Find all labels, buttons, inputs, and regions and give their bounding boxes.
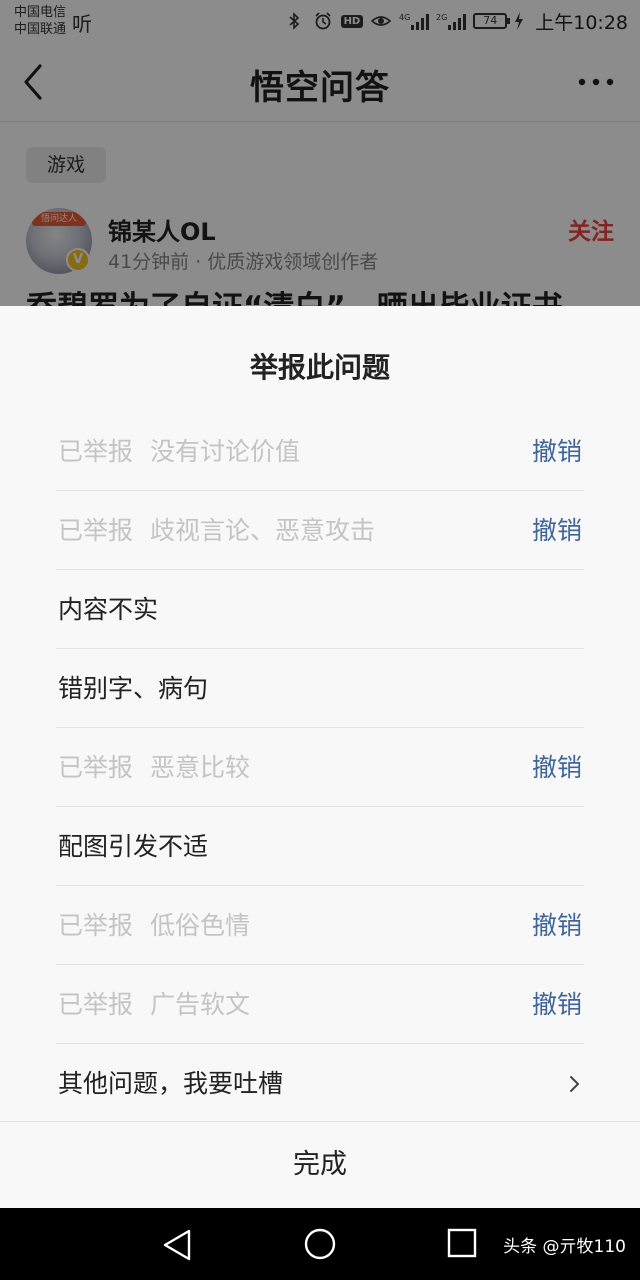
cancel-report-button[interactable]: 撤销 <box>532 886 582 965</box>
cancel-report-button[interactable]: 撤销 <box>532 491 582 570</box>
system-nav-bar: 头条 @亓牧110 <box>0 1208 640 1280</box>
report-option: 已举报 低俗色情 撤销 <box>56 886 584 965</box>
chevron-right-icon <box>570 1076 579 1092</box>
option-label: 恶意比较 <box>150 753 251 782</box>
report-option: 已举报 广告软文 撤销 <box>56 965 584 1044</box>
report-option: 已举报 恶意比较 撤销 <box>56 728 584 807</box>
modal-backdrop[interactable] <box>0 0 640 306</box>
nav-back-button[interactable] <box>160 1228 196 1262</box>
option-label: 广告软文 <box>150 990 251 1019</box>
nav-home-icon <box>304 1228 336 1260</box>
reported-prefix: 已举报 <box>58 753 134 782</box>
report-option[interactable]: 错别字、病句 <box>56 649 584 728</box>
nav-recent-button[interactable] <box>446 1227 478 1259</box>
option-label: 错别字、病句 <box>58 674 209 703</box>
reported-prefix: 已举报 <box>58 911 134 940</box>
report-option-other[interactable]: 其他问题，我要吐槽 <box>56 1044 584 1123</box>
cancel-report-button[interactable]: 撤销 <box>532 412 582 491</box>
option-label: 其他问题，我要吐槽 <box>58 1069 284 1098</box>
option-label: 没有讨论价值 <box>150 437 301 466</box>
option-label: 配图引发不适 <box>58 832 209 861</box>
reported-prefix: 已举报 <box>58 437 134 466</box>
report-options-list: 已举报 没有讨论价值 撤销 已举报 歧视言论、恶意攻击 撤销 内容不实 错别字、… <box>56 412 584 1123</box>
screen: 中国电信 中国联通 听 HD 4G 2G 74 上午10:28 悟空问答 游戏 … <box>0 0 640 1280</box>
nav-recent-icon <box>447 1228 477 1258</box>
option-label: 内容不实 <box>58 595 159 624</box>
watermark: 头条 @亓牧110 <box>503 1237 626 1257</box>
nav-home-button[interactable] <box>302 1226 338 1262</box>
option-label: 低俗色情 <box>150 911 251 940</box>
sheet-title: 举报此问题 <box>249 351 390 384</box>
cancel-report-button[interactable]: 撤销 <box>532 728 582 807</box>
cancel-report-button[interactable]: 撤销 <box>532 965 582 1044</box>
report-option[interactable]: 内容不实 <box>56 570 584 649</box>
report-option: 已举报 歧视言论、恶意攻击 撤销 <box>56 491 584 570</box>
report-sheet: 举报此问题 已举报 没有讨论价值 撤销 已举报 歧视言论、恶意攻击 撤销 内容不… <box>0 306 640 1208</box>
reported-prefix: 已举报 <box>58 990 134 1019</box>
report-option[interactable]: 配图引发不适 <box>56 807 584 886</box>
report-option: 已举报 没有讨论价值 撤销 <box>56 412 584 491</box>
reported-prefix: 已举报 <box>58 516 134 545</box>
done-button[interactable]: 完成 <box>0 1122 640 1208</box>
option-label: 歧视言论、恶意攻击 <box>150 516 376 545</box>
nav-back-icon <box>163 1229 191 1261</box>
